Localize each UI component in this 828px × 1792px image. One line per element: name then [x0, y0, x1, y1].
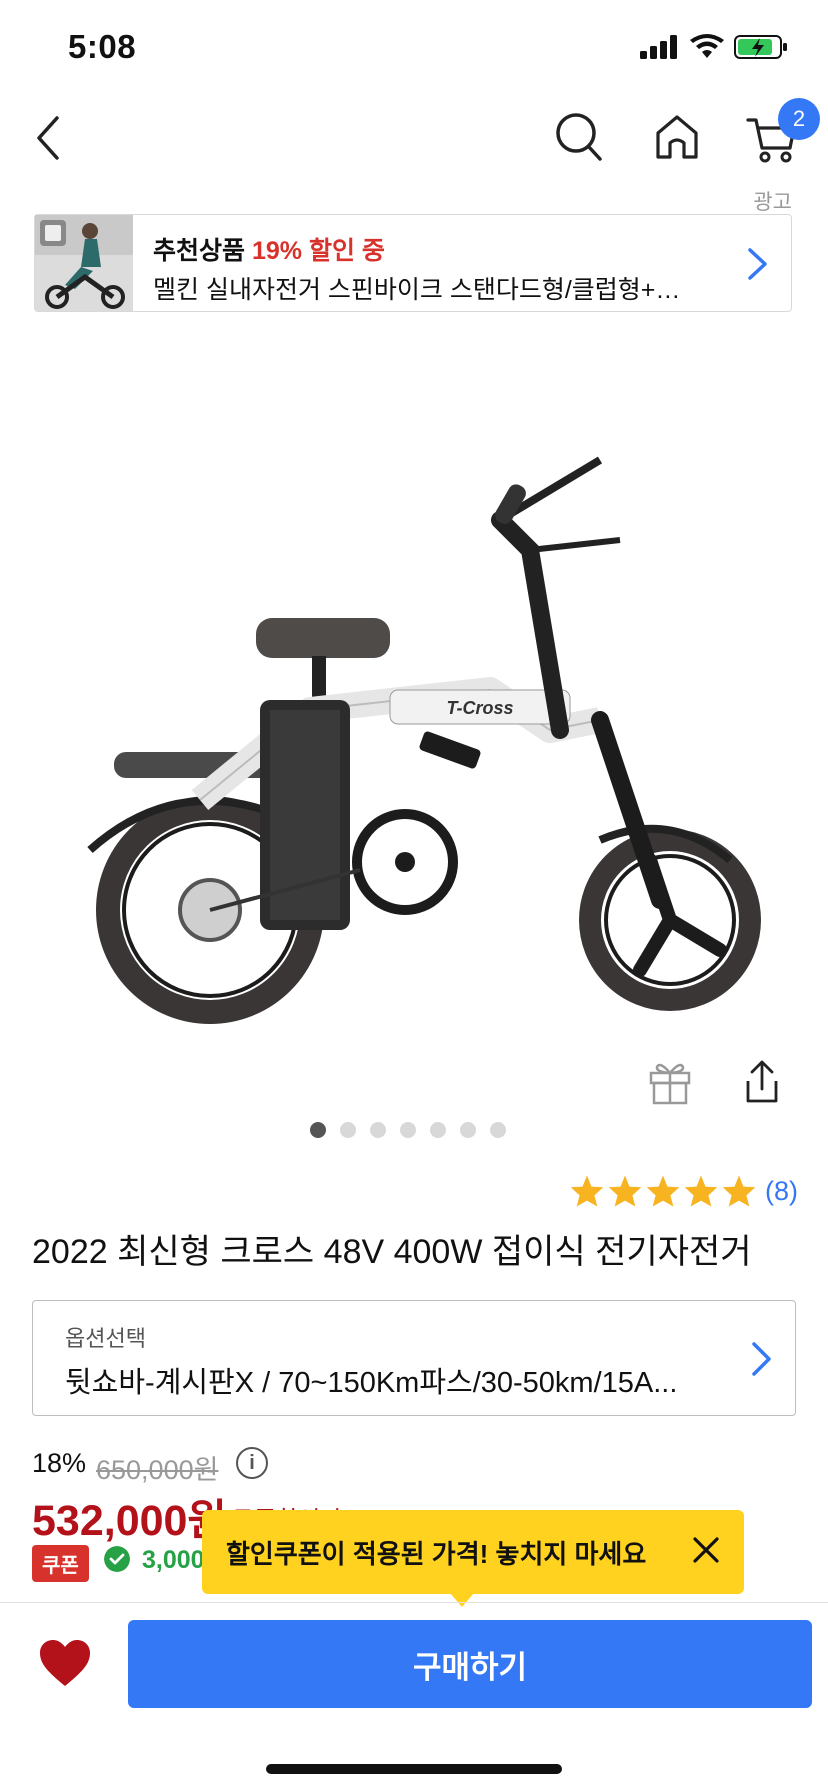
chevron-left-icon [37, 116, 59, 160]
chevron-right-icon [748, 248, 767, 280]
star-icon [570, 1175, 604, 1207]
signal-icon [640, 35, 677, 59]
product-title: 2022 최신형 크로스 48V 400W 접이식 전기자전거 [32, 1233, 752, 1271]
status-time: 5:08 [68, 28, 137, 65]
coupon-amount: 3,000 [142, 1546, 205, 1574]
info-icon[interactable]: i [236, 1447, 268, 1479]
star-icon [684, 1175, 718, 1207]
coupon-badge: 쿠폰 [32, 1545, 89, 1582]
gift-button[interactable] [646, 1056, 694, 1108]
ad-banner[interactable]: 추천상품 19% 할인 중 멜킨 실내자전거 스핀바이크 스탠다드형/클럽형+… [34, 214, 792, 312]
current-price: 532,000원 [32, 1497, 227, 1545]
ad-thumbnail [35, 215, 133, 311]
ad-title-discount: 19% 할인 중 [251, 237, 385, 265]
wifi-icon [690, 34, 724, 58]
option-label: 옵션선택 [65, 1326, 146, 1351]
back-button[interactable] [28, 112, 68, 164]
home-icon [656, 115, 698, 159]
ad-thumbnail-image [35, 215, 133, 311]
star-icon [722, 1175, 756, 1207]
wishlist-heart-icon[interactable] [38, 1638, 92, 1688]
pagination-dot[interactable] [340, 1122, 356, 1138]
star-icon [608, 1175, 642, 1207]
pagination-dot[interactable] [370, 1122, 386, 1138]
option-select[interactable]: 옵션선택 뒷쇼바-계시판X / 70~150Km파스/30-50km/15A..… [32, 1300, 796, 1416]
share-button[interactable] [738, 1056, 786, 1108]
pagination-dot[interactable] [460, 1122, 476, 1138]
coupon-tooltip: 할인쿠폰이 적용된 가격! 놓치지 마세요 [202, 1510, 744, 1594]
pagination-dot[interactable] [490, 1122, 506, 1138]
pagination-dot[interactable] [430, 1122, 446, 1138]
home-indicator [266, 1764, 562, 1774]
check-icon [104, 1546, 130, 1572]
option-value: 뒷쇼바-계시판X / 70~150Km파스/30-50km/15A... [65, 1367, 678, 1399]
bottom-divider [0, 1602, 828, 1603]
battery-icon [734, 35, 787, 59]
ad-title-prefix: 추천상품 [153, 237, 246, 265]
frame-brand-text: T-Cross [446, 698, 513, 718]
ad-label: 광고 [753, 191, 792, 214]
gift-icon [649, 1063, 691, 1105]
discount-percent: 18% [32, 1448, 87, 1478]
tooltip-arrow [450, 1593, 474, 1607]
rating-count: (8) [765, 1175, 798, 1206]
search-icon [556, 113, 602, 161]
cart-count-badge: 2 [778, 98, 820, 140]
pagination-dot[interactable] [310, 1122, 326, 1138]
rating[interactable]: (8) [569, 1174, 798, 1208]
product-image[interactable]: T-Cross [60, 400, 800, 1060]
chevron-right-icon [752, 1342, 771, 1376]
ad-subtitle: 멜킨 실내자전거 스핀바이크 스탠다드형/클럽형+… [153, 276, 681, 304]
image-pagination [310, 1122, 506, 1138]
share-icon [746, 1060, 778, 1103]
close-icon[interactable] [690, 1534, 722, 1566]
star-icon [646, 1175, 680, 1207]
tooltip-text: 할인쿠폰이 적용된 가격! 놓치지 마세요 [226, 1539, 647, 1569]
ad-title: 추천상품 19% 할인 중 [153, 231, 385, 267]
buy-button[interactable]: 구매하기 [128, 1620, 812, 1708]
search-button[interactable] [552, 110, 606, 164]
original-price: 650,000원 [96, 1455, 219, 1485]
status-icons [640, 34, 788, 60]
pagination-dot[interactable] [400, 1122, 416, 1138]
home-button[interactable] [650, 110, 704, 164]
